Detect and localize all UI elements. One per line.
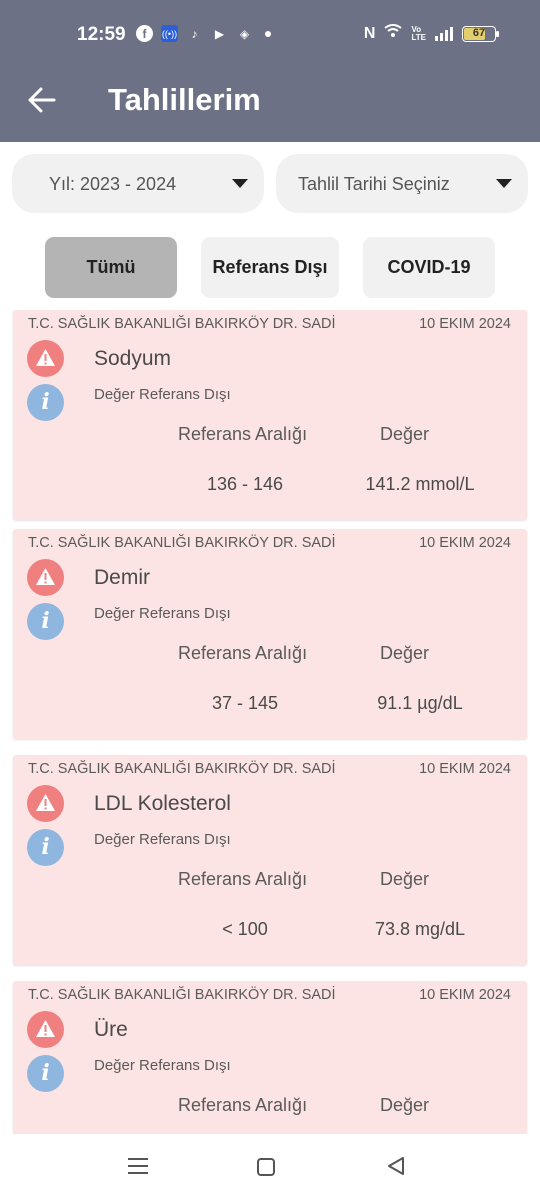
system-icons: N Vo LTE 67 — [363, 24, 499, 43]
range-column-header: Referans Aralığı — [178, 643, 308, 663]
recents-menu-icon[interactable] — [128, 1158, 148, 1174]
card-institution: T.C. SAĞLIK BAKANLIĞI BAKIRKÖY DR. SADİ — [28, 316, 336, 332]
info-icon[interactable]: i — [27, 1055, 64, 1092]
year-dropdown[interactable]: Yıl: 2023 - 2024 — [12, 154, 264, 213]
arrow-left-icon[interactable] — [26, 78, 60, 122]
status-time: 12:59 — [77, 24, 126, 45]
volte-icon: Vo LTE — [411, 24, 426, 42]
broadcast-icon: ((•)) — [161, 25, 178, 42]
reference-range: 37 - 145 — [211, 693, 279, 713]
wifi-icon — [384, 24, 403, 43]
caret-down-icon — [496, 179, 512, 188]
info-icon[interactable]: i — [27, 384, 64, 421]
result-value: 141.2 mmol/L — [365, 474, 475, 494]
range-column-header: Referans Aralığı — [178, 424, 308, 444]
warning-icon — [27, 559, 64, 596]
card-institution: T.C. SAĞLIK BAKANLIĞI BAKIRKÖY DR. SADİ — [28, 987, 336, 1003]
notification-icons: f ((•)) ♪ ▶ ◈ — [136, 25, 271, 42]
card-date: 10 EKIM 2024 — [419, 316, 511, 332]
result-card[interactable]: T.C. SAĞLIK BAKANLIĞI BAKIRKÖY DR. SADİ … — [13, 310, 527, 520]
range-column-header: Referans Aralığı — [178, 869, 308, 889]
year-dropdown-label: Yıl: 2023 - 2024 — [49, 174, 177, 194]
test-name: Sodyum — [94, 347, 172, 370]
reference-status: Değer Referans Dışı — [94, 386, 231, 403]
test-name: Üre — [94, 1018, 128, 1041]
reference-range: < 100 — [222, 919, 268, 939]
card-date: 10 EKIM 2024 — [419, 535, 511, 551]
home-icon[interactable] — [257, 1158, 275, 1176]
card-date: 10 EKIM 2024 — [419, 987, 511, 1003]
date-dropdown[interactable]: Tahlil Tarihi Seçiniz — [276, 154, 528, 213]
test-name: LDL Kolesterol — [94, 792, 231, 815]
result-value: 91.1 µg/dL — [377, 693, 463, 713]
page-title: Tahlillerim — [108, 82, 261, 117]
battery-icon: 67 — [462, 25, 499, 42]
result-value: 73.8 mg/dL — [374, 919, 466, 939]
warning-icon — [27, 1011, 64, 1048]
tab-covid-19[interactable]: COVID-19 — [363, 237, 495, 298]
status-bar: 12:59 f ((•)) ♪ ▶ ◈ N Vo LTE 67 — [0, 0, 540, 58]
value-column-header: Değer — [380, 424, 430, 444]
reference-range: 136 - 146 — [206, 474, 284, 494]
reference-status: Değer Referans Dışı — [94, 831, 231, 848]
info-icon[interactable]: i — [27, 829, 64, 866]
system-nav-bar — [0, 1134, 540, 1200]
youtube-icon: ▶ — [214, 26, 225, 41]
warning-icon — [27, 785, 64, 822]
result-card[interactable]: T.C. SAĞLIK BAKANLIĞI BAKIRKÖY DR. SADİ … — [13, 529, 527, 739]
date-dropdown-label: Tahlil Tarihi Seçiniz — [298, 174, 450, 194]
card-date: 10 EKIM 2024 — [419, 761, 511, 777]
info-icon[interactable]: i — [27, 603, 64, 640]
card-institution: T.C. SAĞLIK BAKANLIĞI BAKIRKÖY DR. SADİ — [28, 761, 336, 777]
tab-all[interactable]: Tümü — [45, 237, 177, 298]
card-institution: T.C. SAĞLIK BAKANLIĞI BAKIRKÖY DR. SADİ — [28, 535, 336, 551]
warning-icon — [27, 340, 64, 377]
value-column-header: Değer — [380, 643, 430, 663]
value-column-header: Değer — [380, 869, 430, 889]
nfc-icon: N — [363, 24, 376, 42]
range-column-header: Referans Aralığı — [178, 1095, 308, 1115]
app-bar: Tahlillerim — [0, 58, 540, 142]
result-card[interactable]: T.C. SAĞLIK BAKANLIĞI BAKIRKÖY DR. SADİ … — [13, 755, 527, 965]
tab-out-of-reference[interactable]: Referans Dışı — [201, 237, 339, 298]
value-column-header: Değer — [380, 1095, 430, 1115]
reference-status: Değer Referans Dışı — [94, 605, 231, 622]
test-name: Demir — [94, 566, 150, 589]
facebook-icon: f — [136, 25, 153, 42]
signal-icon — [435, 26, 453, 41]
results-list[interactable]: T.C. SAĞLIK BAKANLIĞI BAKIRKÖY DR. SADİ … — [0, 310, 540, 1134]
caret-down-icon — [232, 179, 248, 188]
result-card[interactable]: T.C. SAĞLIK BAKANLIĞI BAKIRKÖY DR. SADİ … — [13, 981, 527, 1134]
tiktok-icon: ♪ — [191, 26, 198, 41]
box-icon: ◈ — [239, 26, 250, 41]
reference-status: Değer Referans Dışı — [94, 1057, 231, 1074]
back-triangle-icon[interactable] — [386, 1156, 406, 1181]
dot-icon — [265, 30, 271, 37]
battery-level: 67 — [472, 26, 486, 39]
